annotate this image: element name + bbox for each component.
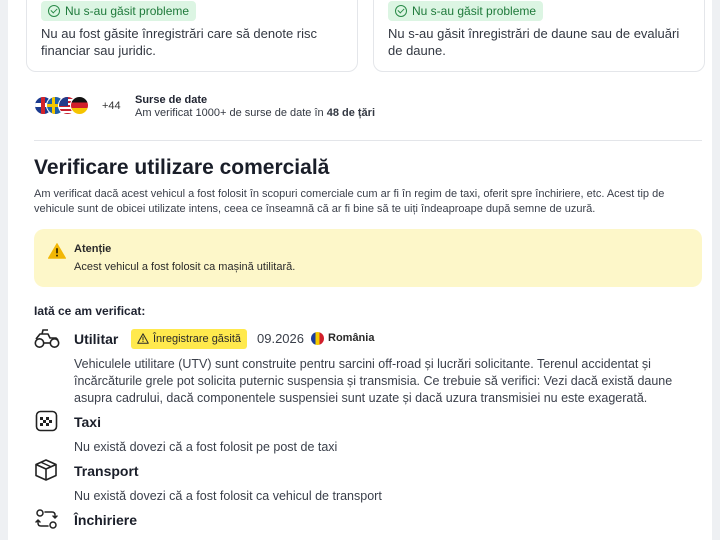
check-circle-icon — [48, 5, 60, 17]
item-description-taxi: Nu există dovezi că a fost folosit pe po… — [74, 440, 338, 454]
data-sources: +44 Surse de date Am verificat 1000+ de … — [34, 94, 534, 120]
sources-subtitle-text: Am verificat 1000+ de surse de date în — [135, 107, 327, 119]
badge-label: Nu s-au găsit probleme — [412, 4, 537, 18]
item-description-utilitar: Vehiculele utilitare (UTV) sunt construi… — [74, 357, 673, 405]
warning-outline-icon — [137, 333, 149, 344]
item-name-taxi: Taxi — [74, 414, 101, 430]
item-description-transport: Nu există dovezi că a fost folosit ca ve… — [74, 489, 382, 503]
item-name-inchiriere: Închiriere — [74, 512, 138, 528]
no-problems-badge: Nu s-au găsit probleme — [388, 1, 544, 21]
section-divider — [34, 140, 702, 141]
box-icon — [35, 459, 57, 481]
utv-icon — [34, 329, 60, 348]
romania-flag-icon — [311, 332, 324, 345]
check-circle-icon — [395, 5, 407, 17]
item-name-utilitar: Utilitar — [74, 331, 119, 347]
taxi-icon — [35, 410, 58, 432]
record-found-badge: Înregistrare găsită — [131, 329, 248, 349]
damage-check-card: Nu s-au găsit probleme Nu s-au găsit înr… — [373, 0, 705, 72]
more-countries-count: +44 — [102, 100, 121, 112]
germany-flag-icon — [70, 96, 89, 115]
financial-check-card: Nu s-au găsit probleme Nu au fost găsite… — [26, 0, 358, 72]
no-problems-badge: Nu s-au găsit probleme — [41, 1, 197, 21]
card-text: Nu au fost găsite înregistrări care să d… — [41, 26, 318, 58]
warning-alert: Atenție Acest vehicul a fost folosit ca … — [34, 229, 702, 287]
section-description: Am verificat dacă acest vehicul a fost f… — [34, 188, 665, 215]
card-text: Nu s-au găsit înregistrări de daune sau … — [388, 26, 680, 58]
sources-title: Surse de date — [135, 94, 208, 106]
rental-icon — [35, 509, 58, 529]
section-title: Verificare utilizare comercială — [34, 156, 330, 179]
sources-countries: 48 de țări — [326, 107, 376, 119]
summary-cards: Nu s-au găsit probleme Nu au fost găsite… — [26, 0, 712, 72]
checked-list-label: Iată ce am verificat: — [34, 304, 146, 318]
warning-icon — [48, 243, 66, 259]
record-country: România — [328, 332, 375, 344]
record-date: 09.2026 — [257, 331, 304, 346]
alert-title: Atenție — [74, 243, 112, 255]
badge-label: Nu s-au găsit probleme — [65, 4, 190, 18]
item-name-transport: Transport — [74, 463, 139, 479]
alert-text: Acest vehicul a fost folosit ca mașină u… — [74, 261, 296, 273]
sources-subtitle: Am verificat 1000+ de surse de date în 4… — [135, 107, 375, 119]
record-found-label: Înregistrare găsită — [153, 333, 242, 345]
page: Nu s-au găsit probleme Nu au fost găsite… — [0, 0, 720, 540]
